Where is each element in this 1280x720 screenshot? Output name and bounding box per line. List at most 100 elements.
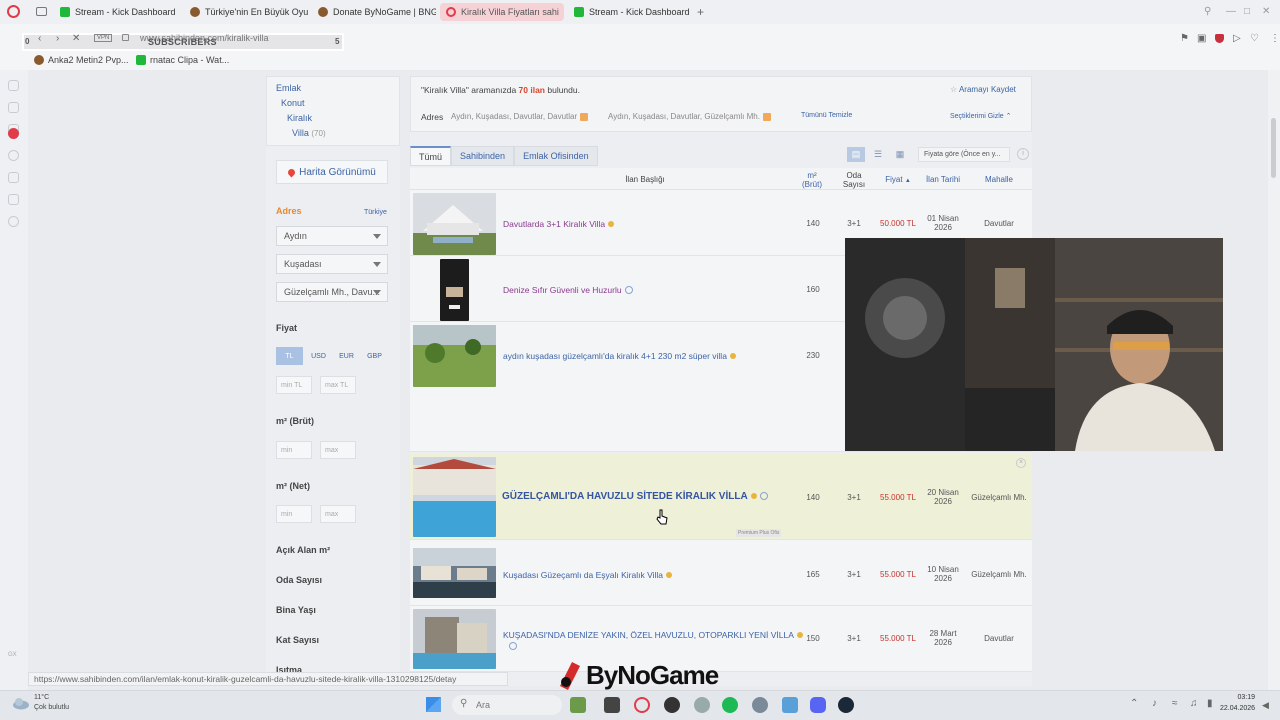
listing-title[interactable]: Denize Sıfır Güvenli ve Huzurlu (503, 285, 633, 295)
tab-kick-dashboard-1[interactable]: Stream - Kick Dashboard (54, 3, 182, 21)
price-max-input[interactable]: max TL (320, 376, 356, 394)
listing-title[interactable]: GÜZELÇAMLI'DA HAVUZLU SİTEDE KİRALIK VİL… (502, 491, 768, 502)
district-select[interactable]: Kuşadası (276, 254, 388, 274)
discord-icon[interactable] (810, 697, 826, 713)
history-icon[interactable] (8, 150, 19, 161)
col-price[interactable]: Fiyat ▲ (878, 175, 918, 184)
menu-icon[interactable]: ⋮ (1270, 33, 1280, 44)
game-app-icon[interactable] (570, 697, 586, 713)
minimize-icon[interactable]: — (1226, 6, 1236, 17)
taskbar-clock[interactable]: 03:19 22.04.2026 (1220, 692, 1255, 714)
country-link[interactable]: Türkiye (364, 209, 387, 216)
floors-filter[interactable]: Kat Sayısı (276, 635, 319, 645)
notification-bell-icon[interactable]: ◀ (1262, 700, 1269, 711)
search-tabs-icon[interactable]: ⚲ (1204, 6, 1211, 17)
category-kiralik[interactable]: Kiralık (287, 113, 312, 123)
table-row[interactable]: GÜZELÇAMLI'DA HAVUZLU SİTEDE KİRALIK VİL… (410, 454, 1032, 540)
currency-tl[interactable]: TL (276, 347, 303, 365)
net-area-max-input[interactable]: max (320, 505, 356, 523)
opera-logo-icon[interactable] (7, 5, 20, 18)
battery-icon[interactable]: ▮ (1207, 698, 1213, 709)
sort-select[interactable]: Fiyata göre (Önce en y... (918, 147, 1010, 162)
neighborhood-select[interactable]: Güzelçamlı Mh., Davu... (276, 282, 388, 302)
chrome-icon[interactable] (752, 697, 768, 713)
heart-icon[interactable]: ♡ (1250, 33, 1259, 44)
pinboard-icon[interactable] (8, 102, 19, 113)
list-view-icon[interactable]: ▤ (847, 147, 865, 162)
microphone-icon[interactable]: ♪ (1152, 698, 1157, 709)
bookmark-anka2[interactable]: Anka2 Metin2 Pvp... (34, 55, 129, 65)
table-row[interactable]: Kuşadası Güzeçamlı da Eşyalı Kiralık Vil… (410, 540, 1032, 606)
tab-donate-bynogame[interactable]: Donate ByNoGame | BNG (312, 3, 436, 21)
obs-icon[interactable] (664, 697, 680, 713)
volume-icon[interactable]: ♫ (1190, 698, 1198, 709)
weather-widget[interactable]: 11°C Çok bulutlu (34, 693, 69, 713)
filter-chip[interactable]: Aydın, Kuşadası, Davutlar, Güzelçamlı Mh… (608, 112, 771, 121)
currency-gbp[interactable]: GBP (361, 347, 388, 365)
filter-chip[interactable]: Aydın, Kuşadası, Davutlar, Davutlar (451, 112, 589, 121)
weather-cloud-icon[interactable] (12, 696, 30, 710)
forward-icon[interactable]: › (56, 33, 59, 44)
extensions-icon[interactable] (8, 194, 19, 205)
settings-app-icon[interactable] (694, 697, 710, 713)
category-villa[interactable]: Villa (70) (292, 128, 326, 138)
new-tab-button[interactable]: + (697, 5, 704, 19)
snapshot-icon[interactable]: ▣ (1197, 33, 1206, 44)
remove-chip-icon[interactable] (762, 112, 771, 121)
settings-gear-icon[interactable] (8, 216, 19, 227)
tray-chevron-icon[interactable]: ⌃ (1130, 698, 1138, 709)
col-district[interactable]: Mahalle (974, 175, 1024, 184)
listing-title[interactable]: Kuşadası Güzeçamlı da Eşyalı Kiralık Vil… (503, 570, 672, 580)
listing-thumbnail[interactable] (413, 609, 496, 669)
windows-start-icon[interactable] (426, 697, 441, 712)
steam-icon[interactable] (838, 697, 854, 713)
rooms-filter[interactable]: Oda Sayısı (276, 575, 322, 585)
opera-gx-icon[interactable] (634, 697, 650, 713)
listing-thumbnail[interactable] (440, 259, 469, 321)
remove-chip-icon[interactable] (580, 112, 589, 121)
maximize-icon[interactable]: □ (1244, 6, 1250, 17)
close-window-icon[interactable]: ✕ (1262, 6, 1270, 17)
tab-owner[interactable]: Sahibinden (451, 146, 515, 166)
listing-thumbnail[interactable] (413, 193, 496, 255)
listing-title[interactable]: Davutlarda 3+1 Kiralık Villa (503, 219, 615, 229)
city-select[interactable]: Aydın (276, 226, 388, 246)
listing-thumbnail[interactable] (413, 457, 496, 537)
player-icon[interactable]: ▷ (1233, 33, 1241, 44)
col-area[interactable]: m² (Brüt) (797, 171, 827, 189)
listing-title[interactable]: KUŞADASI'NDA DENİZE YAKIN, ÖZEL HAVUZLU,… (503, 630, 803, 640)
scrollbar-thumb[interactable] (1271, 118, 1276, 178)
open-area-filter[interactable]: Açık Alan m² (276, 545, 330, 555)
listing-title[interactable]: aydın kuşadası güzelçamlı'da kiralık 4+1… (503, 351, 736, 361)
building-age-filter[interactable]: Bina Yaşı (276, 605, 316, 615)
listing-thumbnail[interactable] (413, 325, 496, 387)
spotify-icon[interactable] (722, 697, 738, 713)
shield-icon[interactable] (1215, 34, 1224, 43)
vpn-app-icon[interactable] (782, 697, 798, 713)
gx-icon[interactable]: GX (8, 652, 17, 658)
tab-overview-icon[interactable] (36, 7, 47, 16)
save-search-button[interactable]: ☆ Aramayı Kaydet (950, 85, 1016, 94)
pin-icon[interactable]: ⚑ (1180, 33, 1189, 44)
price-min-input[interactable]: min TL (276, 376, 312, 394)
tab-oyun[interactable]: Türkiye'nin En Büyük Oyu (184, 3, 308, 21)
gross-area-min-input[interactable]: min (276, 441, 312, 459)
category-emlak[interactable]: Emlak (276, 83, 301, 93)
downloads-icon[interactable] (8, 172, 19, 183)
currency-usd[interactable]: USD (305, 347, 332, 365)
wifi-icon[interactable]: ≈ (1172, 698, 1178, 709)
close-icon[interactable]: × (1016, 458, 1026, 468)
gross-area-max-input[interactable]: max (320, 441, 356, 459)
tab-kick-dashboard-2[interactable]: Stream - Kick Dashboard (568, 3, 696, 21)
col-date[interactable]: İlan Tarihi (918, 175, 968, 184)
bookmark-clips[interactable]: rnatac Clipa - Wat... (136, 55, 229, 65)
category-konut[interactable]: Konut (281, 98, 305, 108)
tab-agency[interactable]: Emlak Ofisinden (514, 146, 598, 166)
opera-record-icon[interactable] (8, 128, 19, 139)
file-explorer-icon[interactable] (604, 697, 620, 713)
grid-view-icon[interactable]: ▦ (891, 147, 909, 162)
taskbar-search[interactable]: ⚲ Ara (452, 695, 562, 715)
clear-all-link[interactable]: Tümünü Temizle (801, 112, 852, 119)
tab-kiralik-villa[interactable]: Kiralık Villa Fiyatları sahi (440, 3, 564, 21)
map-view-button[interactable]: Harita Görünümü (276, 160, 388, 184)
